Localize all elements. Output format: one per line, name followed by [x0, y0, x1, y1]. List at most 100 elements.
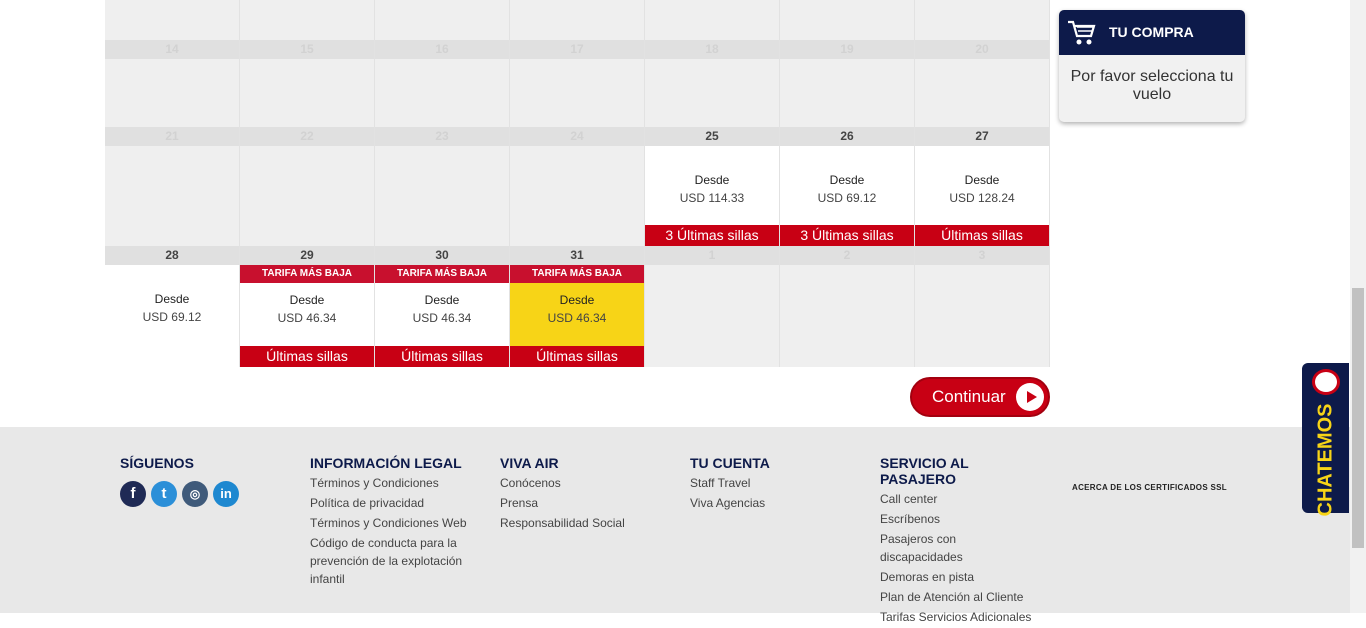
last-seats-banner: Últimas sillas	[240, 346, 374, 367]
twitter-icon[interactable]: t	[151, 481, 177, 507]
footer-link-conduct-code[interactable]: Código de conducta para la prevención de…	[310, 534, 480, 588]
continue-button[interactable]: Continuar	[910, 377, 1050, 417]
footer-link-agencies[interactable]: Viva Agencias	[690, 494, 860, 512]
fare-info[interactable]: Desde USD 46.34	[510, 283, 644, 346]
day-number: 26	[780, 127, 914, 146]
day-cell[interactable]: 26 Desde USD 69.12 3 Últimas sillas	[780, 127, 915, 246]
day-number: 14	[105, 40, 239, 59]
fare-price: USD 46.34	[547, 311, 607, 325]
fare-from-label: Desde	[694, 173, 730, 187]
day-number: 16	[375, 40, 509, 59]
instagram-icon[interactable]: ◎	[182, 481, 208, 507]
footer-link-web-terms[interactable]: Términos y Condiciones Web	[310, 514, 480, 532]
linkedin-icon[interactable]: in	[213, 481, 239, 507]
day-number: 31	[510, 246, 644, 265]
ssl-certificates-link[interactable]: ACERCA DE LOS CERTIFICADOS SSL	[1072, 483, 1227, 492]
day-cell: 3	[915, 246, 1050, 367]
last-seats-banner: Últimas sillas	[915, 225, 1049, 246]
fare-info[interactable]: Desde USD 114.33	[645, 146, 779, 225]
scrollbar-thumb[interactable]	[1352, 288, 1364, 548]
day-cell[interactable]: 27 Desde USD 128.24 Últimas sillas	[915, 127, 1050, 246]
facebook-icon[interactable]: f	[120, 481, 146, 507]
day-number: 19	[780, 40, 914, 59]
footer: SÍGUENOS f t ◎ in INFORMACIÓN LEGAL Térm…	[0, 427, 1366, 624]
fare-from-label: Desde	[154, 292, 190, 306]
day-cell: 20	[915, 40, 1050, 127]
day-cell[interactable]: 29 TARIFA MÁS BAJA Desde USD 46.34 Últimas s…	[240, 246, 375, 367]
day-number: 20	[915, 40, 1049, 59]
purchase-summary-title: TU COMPRA	[1109, 24, 1194, 40]
fare-from-label: Desde	[424, 293, 460, 307]
day-cell: 19	[780, 40, 915, 127]
fare-from-label: Desde	[829, 173, 865, 187]
footer-link-customer-plan[interactable]: Plan de Atención al Cliente	[880, 588, 1040, 606]
play-arrow-icon	[1016, 383, 1044, 411]
fare-info[interactable]: Desde USD 69.12	[780, 146, 914, 225]
purchase-summary-header: TU COMPRA	[1059, 10, 1245, 55]
fare-price: USD 128.24	[949, 191, 1015, 205]
day-number: 24	[510, 127, 644, 146]
cart-icon	[1067, 19, 1097, 50]
day-number: 21	[105, 127, 239, 146]
footer-viva-title: VIVA AIR	[500, 455, 559, 471]
footer-link-extra-fees[interactable]: Tarifas Servicios Adicionales	[880, 608, 1040, 626]
day-cell[interactable]: 25 Desde USD 114.33 3 Últimas sillas	[645, 127, 780, 246]
last-seats-banner: 3 Últimas sillas	[645, 225, 779, 246]
footer-legal-title: INFORMACIÓN LEGAL	[310, 455, 462, 471]
footer-link-staff-travel[interactable]: Staff Travel	[690, 474, 860, 492]
day-number: 17	[510, 40, 644, 59]
fare-from-label: Desde	[964, 173, 1000, 187]
day-cell: 23	[375, 127, 510, 246]
chat-button[interactable]: CHATEMOS	[1302, 363, 1349, 516]
day-cell	[105, 0, 240, 40]
day-number: 28	[105, 246, 239, 265]
footer-link-social[interactable]: Responsabilidad Social	[500, 514, 670, 532]
day-cell	[375, 0, 510, 40]
day-cell	[645, 0, 780, 40]
day-number: 3	[915, 246, 1049, 265]
day-number: 27	[915, 127, 1049, 146]
day-number: 22	[240, 127, 374, 146]
day-cell: 1	[645, 246, 780, 367]
fare-price: USD 46.34	[277, 311, 337, 325]
day-cell	[510, 0, 645, 40]
footer-link-about[interactable]: Conócenos	[500, 474, 670, 492]
day-cell: 18	[645, 40, 780, 127]
continue-label: Continuar	[932, 387, 1006, 406]
day-number: 29	[240, 246, 374, 265]
day-cell: 2	[780, 246, 915, 367]
day-cell: 24	[510, 127, 645, 246]
fare-info[interactable]: Desde USD 128.24	[915, 146, 1049, 225]
chat-bubble-icon	[1312, 369, 1340, 395]
footer-follow: SÍGUENOS	[120, 455, 194, 474]
day-number: 2	[780, 246, 914, 265]
scrollbar[interactable]	[1350, 0, 1366, 613]
footer-link-delays[interactable]: Demoras en pista	[880, 568, 1040, 586]
day-cell: 21	[105, 127, 240, 246]
fare-info[interactable]: Desde USD 69.12	[105, 265, 239, 367]
footer-link-press[interactable]: Prensa	[500, 494, 670, 512]
last-seats-banner: 3 Últimas sillas	[780, 225, 914, 246]
fare-info[interactable]: Desde USD 46.34	[375, 283, 509, 346]
day-cell	[915, 0, 1050, 40]
footer-link-call-center[interactable]: Call center	[880, 490, 1040, 508]
day-cell[interactable]: 28 Desde USD 69.12	[105, 246, 240, 367]
day-cell: 14	[105, 40, 240, 127]
day-cell[interactable]: 31 TARIFA MÁS BAJA Desde USD 46.34 Últimas s…	[510, 246, 645, 367]
last-seats-banner: Últimas sillas	[375, 346, 509, 367]
footer-account-title: TU CUENTA	[690, 455, 770, 471]
footer-link-privacy[interactable]: Política de privacidad	[310, 494, 480, 512]
footer-link-terms[interactable]: Términos y Condiciones	[310, 474, 480, 492]
footer-link-disabilities[interactable]: Pasajeros con discapacidades	[880, 530, 1040, 566]
fare-info[interactable]: Desde USD 46.34	[240, 283, 374, 346]
day-cell: 17	[510, 40, 645, 127]
day-cell	[780, 0, 915, 40]
day-cell: 16	[375, 40, 510, 127]
fare-from-label: Desde	[559, 293, 595, 307]
day-cell[interactable]: 30 TARIFA MÁS BAJA Desde USD 46.34 Últimas s…	[375, 246, 510, 367]
day-number: 25	[645, 127, 779, 146]
footer-follow-title: SÍGUENOS	[120, 455, 194, 471]
fare-from-label: Desde	[289, 293, 325, 307]
footer-link-write-us[interactable]: Escríbenos	[880, 510, 1040, 528]
day-number: 15	[240, 40, 374, 59]
